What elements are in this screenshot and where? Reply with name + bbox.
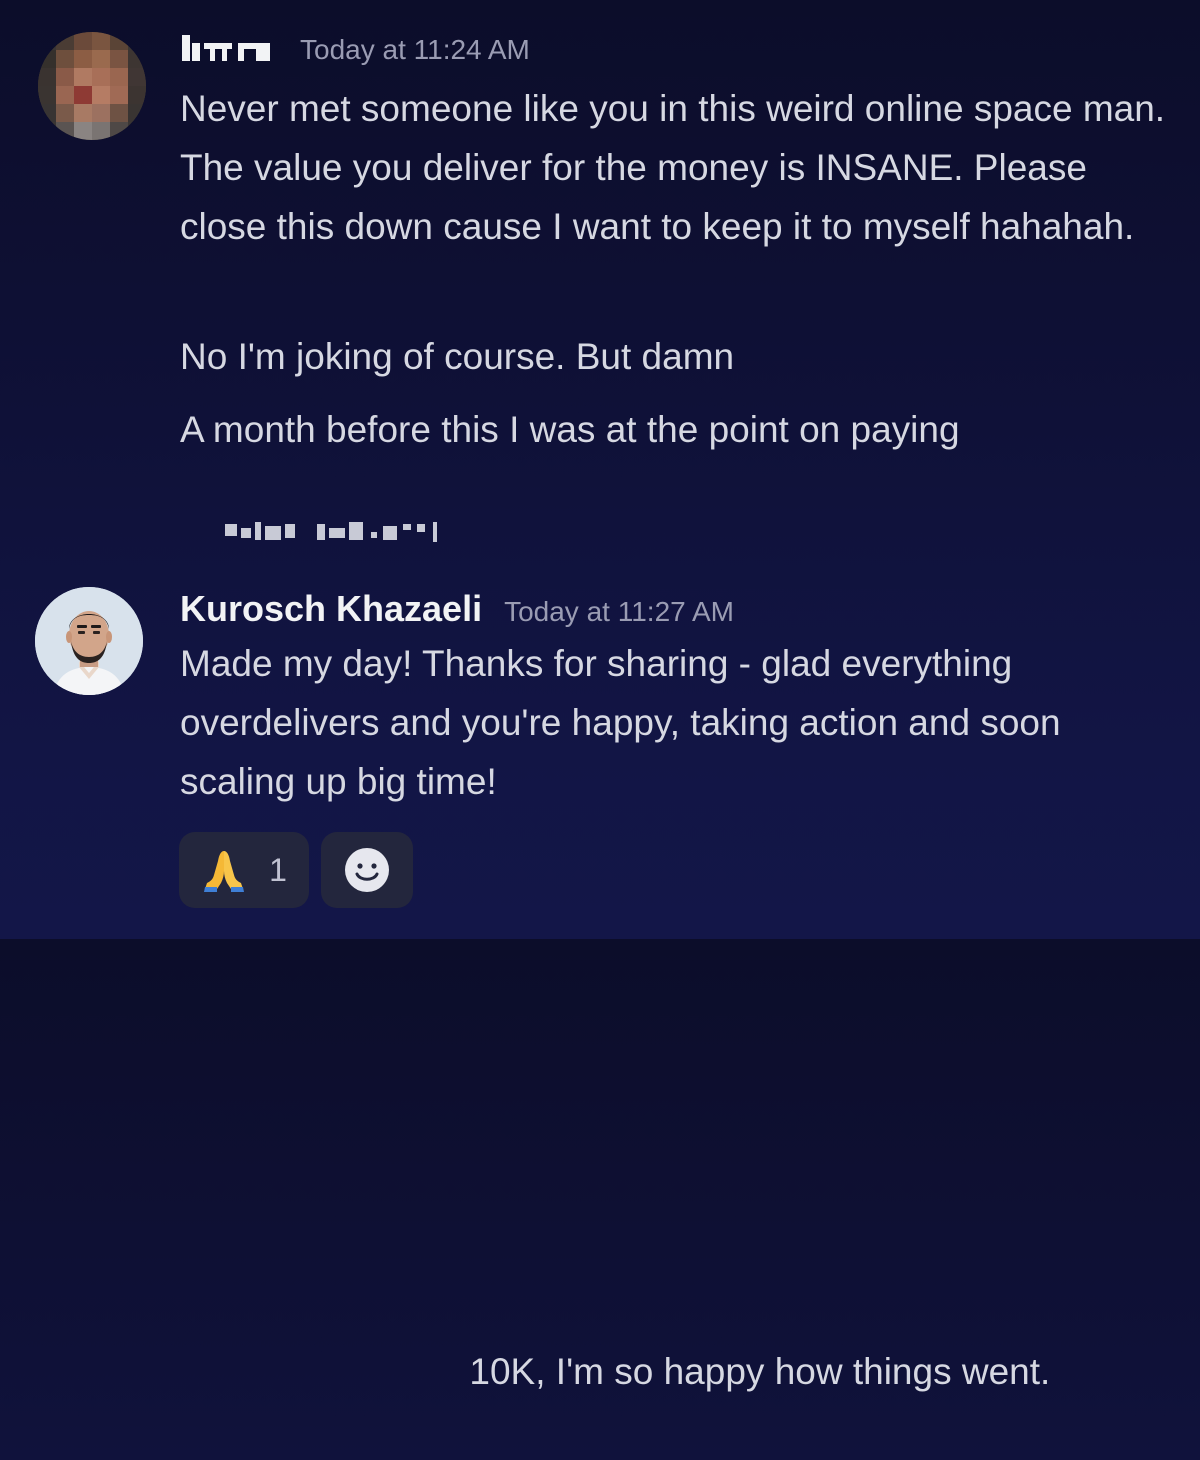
message-header: Kurosch Khazaeli Today at 11:27 AM	[180, 588, 734, 630]
folded-hands-icon	[204, 851, 245, 892]
message-header: Today at 11:24 AM	[180, 34, 530, 66]
redacted-text	[221, 518, 459, 542]
message-timestamp: Today at 11:24 AM	[300, 34, 530, 65]
message-text-paragraph: Never met someone like you in this weird…	[180, 88, 1175, 247]
username[interactable]: Kurosch Khazaeli	[180, 588, 482, 630]
add-reaction-button[interactable]	[321, 832, 413, 908]
message-text-paragraph: Made my day! Thanks for sharing - glad e…	[180, 643, 1071, 802]
smiley-add-reaction-icon	[345, 848, 389, 892]
message-text-paragraph: No I'm joking of course. But damn	[180, 336, 735, 377]
reaction-count: 1	[269, 851, 287, 888]
avatar-kurosch[interactable]	[35, 587, 143, 695]
message-timestamp: Today at 11:27 AM	[504, 596, 734, 627]
username-redacted[interactable]	[180, 35, 280, 61]
user-portrait-icon	[35, 587, 143, 695]
message-text-paragraph: A month before this I was at the point o…	[180, 409, 960, 450]
avatar-redacted[interactable]	[38, 32, 146, 140]
pixelated-avatar-image	[38, 32, 146, 140]
message-text-tail: 10K, I'm so happy how things went.	[459, 1351, 1051, 1392]
reaction-folded-hands[interactable]: 1	[179, 832, 309, 908]
reactions-bar: 1	[179, 832, 413, 908]
